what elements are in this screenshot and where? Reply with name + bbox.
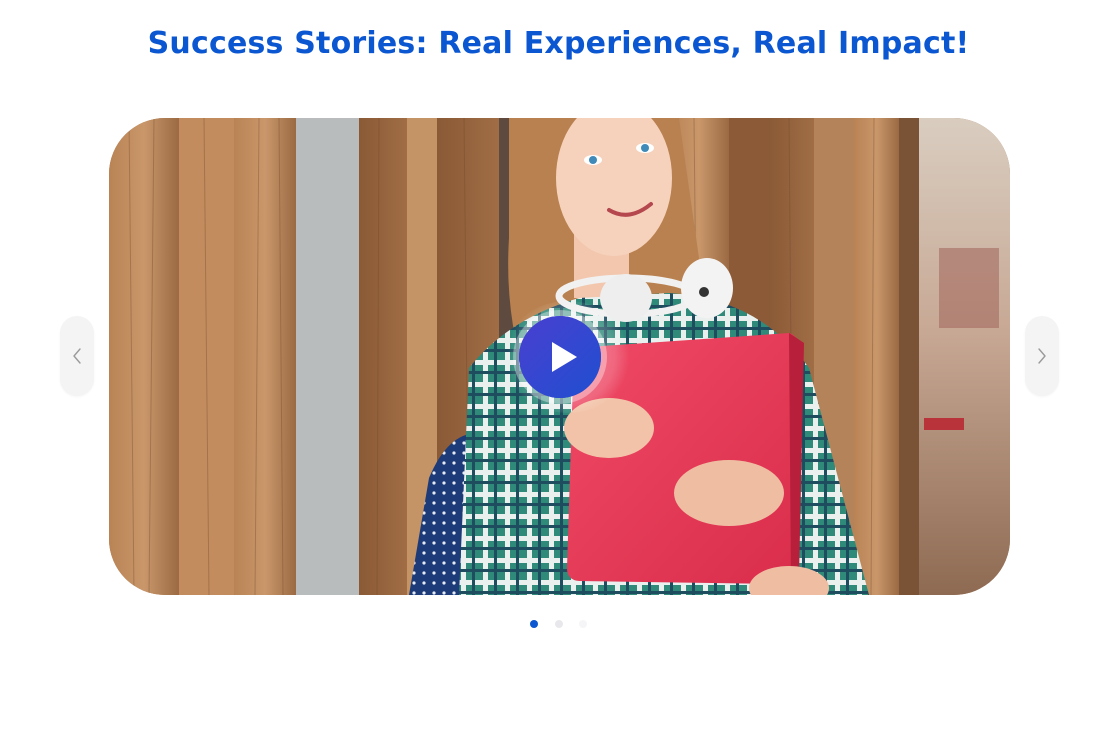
carousel-pagination [0,620,1117,630]
play-video-button[interactable] [519,316,601,398]
carousel-dot-1[interactable] [530,620,539,628]
success-stories-section: Success Stories: Real Experiences, Real … [0,0,1117,744]
chevron-left-icon [60,347,94,365]
carousel-dot-2[interactable] [554,620,563,628]
carousel-next-button[interactable] [1025,316,1059,396]
carousel-prev-button[interactable] [60,316,94,396]
chevron-right-icon [1025,347,1059,365]
carousel-dot-3[interactable] [578,620,587,628]
play-icon [519,316,601,398]
section-title: Success Stories: Real Experiences, Real … [147,26,970,61]
